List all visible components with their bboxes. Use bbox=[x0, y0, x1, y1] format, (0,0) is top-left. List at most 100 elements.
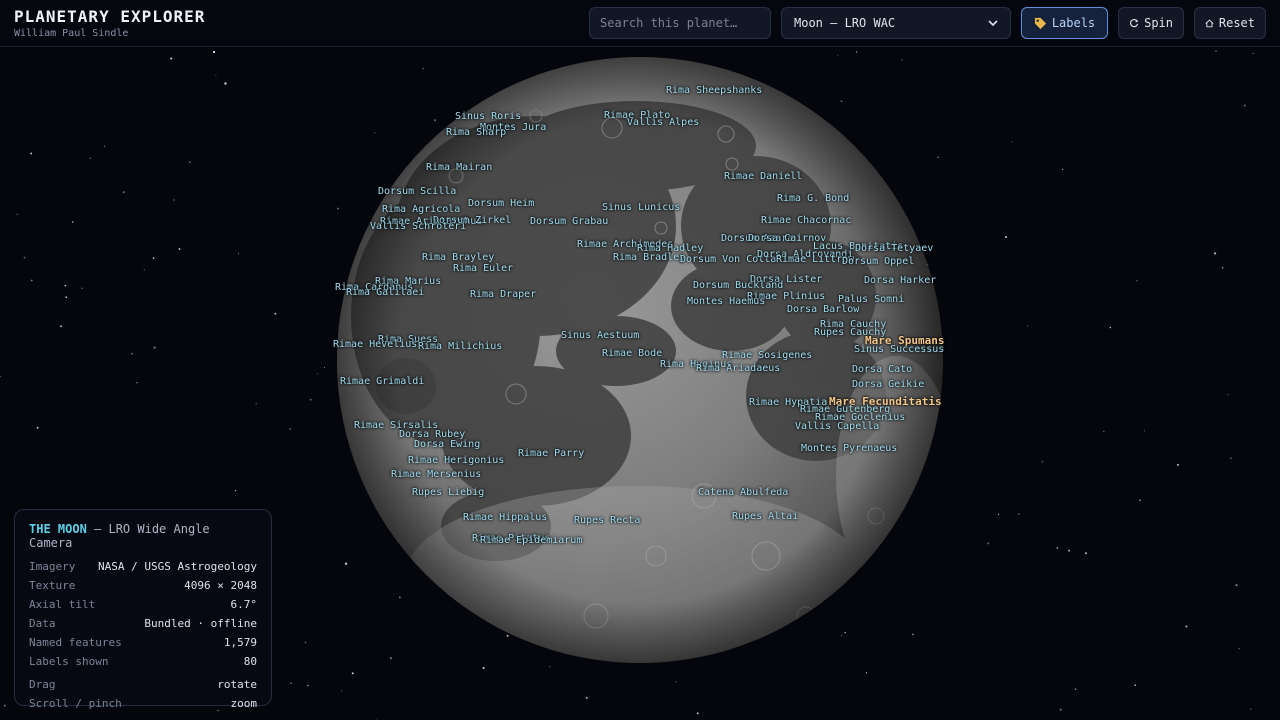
feature-label[interactable]: Dorsa Ewing bbox=[414, 439, 480, 450]
feature-label[interactable]: Rimae Daniell bbox=[724, 171, 802, 182]
search-input[interactable] bbox=[589, 7, 771, 39]
feature-label[interactable]: Rupes Altai bbox=[732, 511, 798, 522]
info-row: Imagery NASA / USGS Astrogeology bbox=[29, 557, 257, 576]
info-title: THE MOON bbox=[29, 522, 87, 536]
star bbox=[1018, 513, 1020, 515]
feature-label[interactable]: Catena Abulfeda bbox=[698, 487, 788, 498]
feature-label[interactable]: Dorsum Heim bbox=[468, 198, 534, 209]
star bbox=[323, 367, 326, 369]
body-select-value: Moon — LRO WAC bbox=[794, 16, 896, 30]
star bbox=[997, 513, 1000, 515]
feature-label[interactable]: Rimae Hippalus bbox=[463, 512, 547, 523]
feature-label[interactable]: Dorsum Buckland bbox=[693, 280, 783, 291]
feature-label[interactable]: Dorsa Tetyaev bbox=[855, 243, 933, 254]
star bbox=[1074, 688, 1077, 690]
star bbox=[855, 51, 858, 53]
feature-label[interactable]: Rima Agricola bbox=[382, 204, 460, 215]
star bbox=[1143, 430, 1146, 432]
star bbox=[1252, 52, 1254, 54]
feature-label[interactable]: Rima Sharp bbox=[446, 127, 506, 138]
feature-label[interactable]: Dorsa Harker bbox=[864, 275, 936, 286]
feature-label[interactable]: Sinus Successus bbox=[854, 344, 944, 355]
feature-label[interactable]: Montes Pyrenaeus bbox=[801, 443, 897, 454]
star bbox=[987, 542, 990, 545]
feature-label[interactable]: Dorsum Oppel bbox=[842, 256, 914, 267]
star bbox=[237, 253, 240, 255]
info-key: Labels shown bbox=[29, 655, 109, 668]
feature-label[interactable]: Dorsa Cato bbox=[852, 364, 912, 375]
star bbox=[307, 684, 309, 687]
feature-label[interactable]: Dorsa Geikie bbox=[852, 379, 924, 390]
feature-label[interactable]: Dorsum Grabau bbox=[530, 216, 608, 227]
feature-label[interactable]: Rimae Chacornac bbox=[761, 215, 851, 226]
star bbox=[1056, 547, 1059, 549]
star bbox=[143, 269, 145, 271]
info-value: 6.7° bbox=[230, 598, 258, 611]
star bbox=[376, 718, 378, 720]
chevron-down-icon bbox=[988, 20, 998, 27]
star bbox=[1011, 140, 1013, 143]
feature-label[interactable]: Rimae Herigonius bbox=[408, 455, 504, 466]
feature-label[interactable]: Rimae Epidemiarum bbox=[480, 535, 582, 546]
control-key: Scroll / pinch bbox=[29, 697, 122, 710]
star bbox=[64, 284, 67, 287]
info-row: Data Bundled · offline bbox=[29, 614, 257, 633]
star bbox=[290, 682, 292, 684]
info-value: 1,579 bbox=[223, 636, 257, 649]
star bbox=[1061, 168, 1064, 171]
star bbox=[255, 402, 257, 405]
feature-label[interactable]: Rimae Bode bbox=[602, 348, 662, 359]
star bbox=[1139, 499, 1141, 501]
star bbox=[1250, 708, 1252, 710]
feature-label[interactable]: Vallis Schröteri bbox=[370, 221, 466, 232]
star bbox=[16, 213, 18, 215]
feature-label[interactable]: Rima Ariadaeus bbox=[696, 363, 780, 374]
feature-label[interactable]: Rimae Hevelius bbox=[333, 339, 417, 350]
star bbox=[1185, 625, 1188, 628]
feature-label[interactable]: Dorsum Scilla bbox=[378, 186, 456, 197]
spin-button[interactable]: Spin bbox=[1118, 7, 1184, 39]
star bbox=[1230, 457, 1232, 459]
feature-label[interactable]: Rupes Recta bbox=[574, 515, 640, 526]
feature-label[interactable]: Rimae Mersenius bbox=[391, 469, 481, 480]
body-select[interactable]: Moon — LRO WAC bbox=[781, 7, 1011, 39]
star bbox=[289, 427, 292, 430]
feature-label[interactable]: Rimae Sosigenes bbox=[722, 350, 812, 361]
reset-button[interactable]: Reset bbox=[1194, 7, 1266, 39]
feature-label[interactable]: Dorsa Barlow bbox=[787, 304, 859, 315]
moon-globe[interactable] bbox=[336, 56, 944, 664]
star bbox=[189, 161, 191, 163]
feature-label[interactable]: Rima Brayley bbox=[422, 252, 494, 263]
feature-label[interactable]: Sinus Roris bbox=[455, 111, 521, 122]
feature-label[interactable]: Vallis Alpes bbox=[627, 117, 699, 128]
labels-button[interactable]: Labels bbox=[1021, 7, 1108, 39]
star bbox=[136, 381, 138, 384]
star bbox=[309, 398, 312, 401]
star bbox=[178, 248, 181, 250]
star bbox=[696, 712, 699, 715]
feature-label[interactable]: Montes Haemus bbox=[687, 296, 765, 307]
feature-label[interactable]: Rimae Parry bbox=[518, 448, 584, 459]
feature-label[interactable]: Rima G. Bond bbox=[777, 193, 849, 204]
feature-label[interactable]: Rima Galilaei bbox=[346, 287, 424, 298]
star bbox=[549, 666, 551, 668]
feature-label[interactable]: Rima Sheepshanks bbox=[666, 85, 762, 96]
feature-label[interactable]: Sinus Lunicus bbox=[602, 202, 680, 213]
feature-label[interactable]: Rima Draper bbox=[470, 289, 536, 300]
star bbox=[23, 256, 26, 259]
feature-label[interactable]: Rimae Grimaldi bbox=[340, 376, 424, 387]
star bbox=[1068, 549, 1071, 552]
star bbox=[865, 672, 868, 674]
star bbox=[1026, 325, 1028, 327]
feature-label[interactable]: Rima Milichius bbox=[418, 341, 502, 352]
feature-label[interactable]: Sinus Aestuum bbox=[561, 330, 639, 341]
feature-label[interactable]: Rima Mairan bbox=[426, 162, 492, 173]
feature-label[interactable]: Rupes Liebig bbox=[412, 487, 484, 498]
feature-label[interactable]: Rima Euler bbox=[453, 263, 513, 274]
info-row: Named features 1,579 bbox=[29, 633, 257, 652]
star bbox=[1243, 104, 1246, 107]
info-key: Texture bbox=[29, 579, 76, 592]
star bbox=[1134, 684, 1136, 686]
feature-label[interactable]: Vallis Capella bbox=[795, 421, 879, 432]
feature-label[interactable]: Rima Bradley bbox=[613, 252, 685, 263]
